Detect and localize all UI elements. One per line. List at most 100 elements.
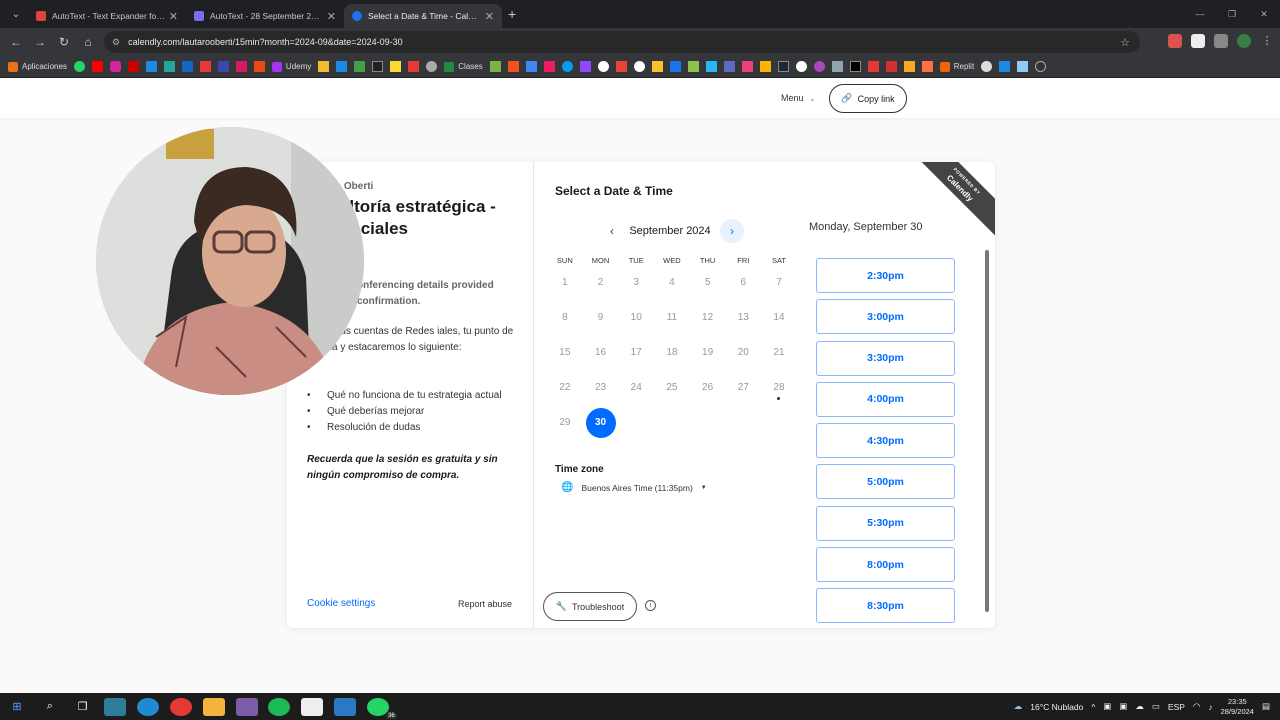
time-slot-button[interactable]: 3:00pm [816,299,955,335]
time-slot-button[interactable]: 8:30pm [816,588,955,624]
task-view-icon[interactable]: ❐ [72,698,94,716]
x-twitter-icon[interactable] [849,61,861,72]
display-icon[interactable]: ▭ [1152,701,1160,712]
bookmark-star-icon[interactable]: ☆ [1120,36,1130,49]
address-bar[interactable]: ⚙ calendly.com/lautarooberti/15min?month… [104,31,1140,53]
time-slot-button[interactable]: 2:30pm [816,258,955,293]
bookmark-icon[interactable] [597,61,609,72]
close-tab-icon[interactable]: ✕ [169,10,178,23]
close-tab-icon[interactable]: ✕ [485,10,494,23]
tab-autotext-1[interactable]: AutoText - Text Expander for W ✕ [28,4,186,28]
bookmark-icon[interactable] [543,61,555,72]
bookmark-icon[interactable] [507,61,519,72]
bookmark-icon[interactable] [372,61,384,72]
chrome-profile-icon[interactable] [235,697,258,716]
bookmark-icon[interactable] [759,61,771,72]
bookmark-icon[interactable] [525,61,537,72]
chrome-icon[interactable] [169,697,192,716]
bookmark-icon[interactable] [813,61,825,72]
bookmark-icon[interactable] [1017,61,1029,72]
copy-link-button[interactable]: 🔗 Copy link [829,84,907,113]
bookmark-icon[interactable] [235,61,247,72]
back-icon[interactable]: ← [4,35,28,49]
bookmark-icon[interactable] [390,61,402,72]
chevron-up-icon[interactable]: ^ [1091,702,1095,712]
info-icon[interactable]: i [645,600,656,611]
extension-icon[interactable] [1168,34,1182,48]
bookmark-icon[interactable] [705,61,717,72]
file-explorer-icon[interactable] [202,697,225,716]
bookmark-icon[interactable] [741,61,753,72]
menu-button[interactable]: Menu ⌄ [781,93,815,103]
bookmark-icon[interactable] [1035,61,1047,72]
bookmark-icon[interactable] [669,61,681,72]
bookmark-icon[interactable] [831,61,843,72]
report-abuse-link[interactable]: Report abuse [458,599,512,609]
bookmark-icon[interactable] [885,61,897,72]
bookmark-icon[interactable] [999,61,1011,72]
clock[interactable]: 23:35 28/9/2024 [1221,697,1254,717]
weather-icon[interactable]: ☁ [1014,701,1023,712]
app-icon[interactable] [333,697,356,716]
cloud-icon[interactable]: ☁ [1135,701,1144,712]
scrollbar[interactable] [985,250,989,612]
notion-icon[interactable] [301,697,324,716]
tab-search-icon[interactable]: ⌄ [4,4,28,24]
wifi-icon[interactable]: ◠ [1193,701,1200,712]
bookmark-icon[interactable] [426,61,438,72]
windows-start-icon[interactable]: ⊞ [6,698,28,716]
bookmark-icon[interactable] [408,61,420,72]
tray-app-icon[interactable]: ▣ [1103,701,1111,712]
time-slot-button[interactable]: 5:00pm [816,464,955,500]
bookmark-icon[interactable] [199,61,211,72]
calendar-day-selected[interactable]: 30 [583,407,619,438]
extensions-puzzle-icon[interactable] [1214,34,1228,48]
cookie-settings-link[interactable]: Cookie settings [307,598,375,609]
tab-autotext-2[interactable]: AutoText - 28 September 2024 ✕ [186,4,344,28]
previous-month-icon[interactable]: ‹ [604,224,620,238]
home-icon[interactable]: ⌂ [76,35,100,49]
bookmark-icon[interactable] [163,61,175,72]
extension-icon[interactable] [1191,34,1205,48]
gmail-icon[interactable] [615,61,627,72]
instagram-icon[interactable] [109,61,121,72]
bookmark-icon[interactable] [318,61,330,72]
edge-icon[interactable] [137,697,160,716]
time-slot-button[interactable]: 4:30pm [816,423,955,459]
close-window-icon[interactable]: ✕ [1248,0,1280,28]
tray-app-icon[interactable]: ▣ [1119,701,1127,712]
bookmark-udemy[interactable]: Udemy [271,61,311,72]
whatsapp-icon[interactable] [73,61,85,72]
steam-icon[interactable] [777,61,789,72]
bookmark-icon[interactable] [336,61,348,72]
spotify-icon[interactable] [268,697,291,716]
bookmark-icon[interactable] [579,61,591,72]
profile-icon[interactable] [1237,34,1251,48]
bookmark-icon[interactable] [921,61,933,72]
search-icon[interactable]: ⌕ [39,698,61,716]
time-slot-button[interactable]: 4:00pm [816,381,955,417]
bookmark-icon[interactable] [795,61,807,72]
weather-text[interactable]: 16°C Nublado [1030,702,1083,712]
bookmark-icon[interactable] [145,61,157,72]
bookmark-icon[interactable] [981,61,993,72]
bookmark-icon[interactable] [687,61,699,72]
bookmark-icon[interactable] [903,61,915,72]
site-info-icon[interactable]: ⚙ [112,37,120,48]
bookmark-icon[interactable] [561,61,573,72]
store-icon[interactable] [104,697,127,716]
reload-icon[interactable]: ↻ [52,35,76,49]
bookmark-icon[interactable] [723,61,735,72]
tab-calendly[interactable]: Select a Date & Time - Calendly ✕ [344,4,502,28]
bookmark-icon[interactable] [651,61,663,72]
troubleshoot-button[interactable]: 🔧 Troubleshoot [543,592,637,621]
timezone-select[interactable]: 🌐 Buenos Aires Time (11:35pm) ▼ [561,482,707,493]
bookmark-icon[interactable] [867,61,879,72]
more-menu-icon[interactable]: ⋮ [1260,34,1274,48]
bookmark-clases[interactable]: Clases [444,61,483,72]
time-slot-button[interactable]: 5:30pm [816,505,955,541]
bookmark-icon[interactable] [181,61,193,72]
whatsapp-icon[interactable]: 36 [366,697,397,719]
bookmark-icon[interactable] [127,61,139,72]
next-month-icon[interactable]: › [720,219,744,243]
